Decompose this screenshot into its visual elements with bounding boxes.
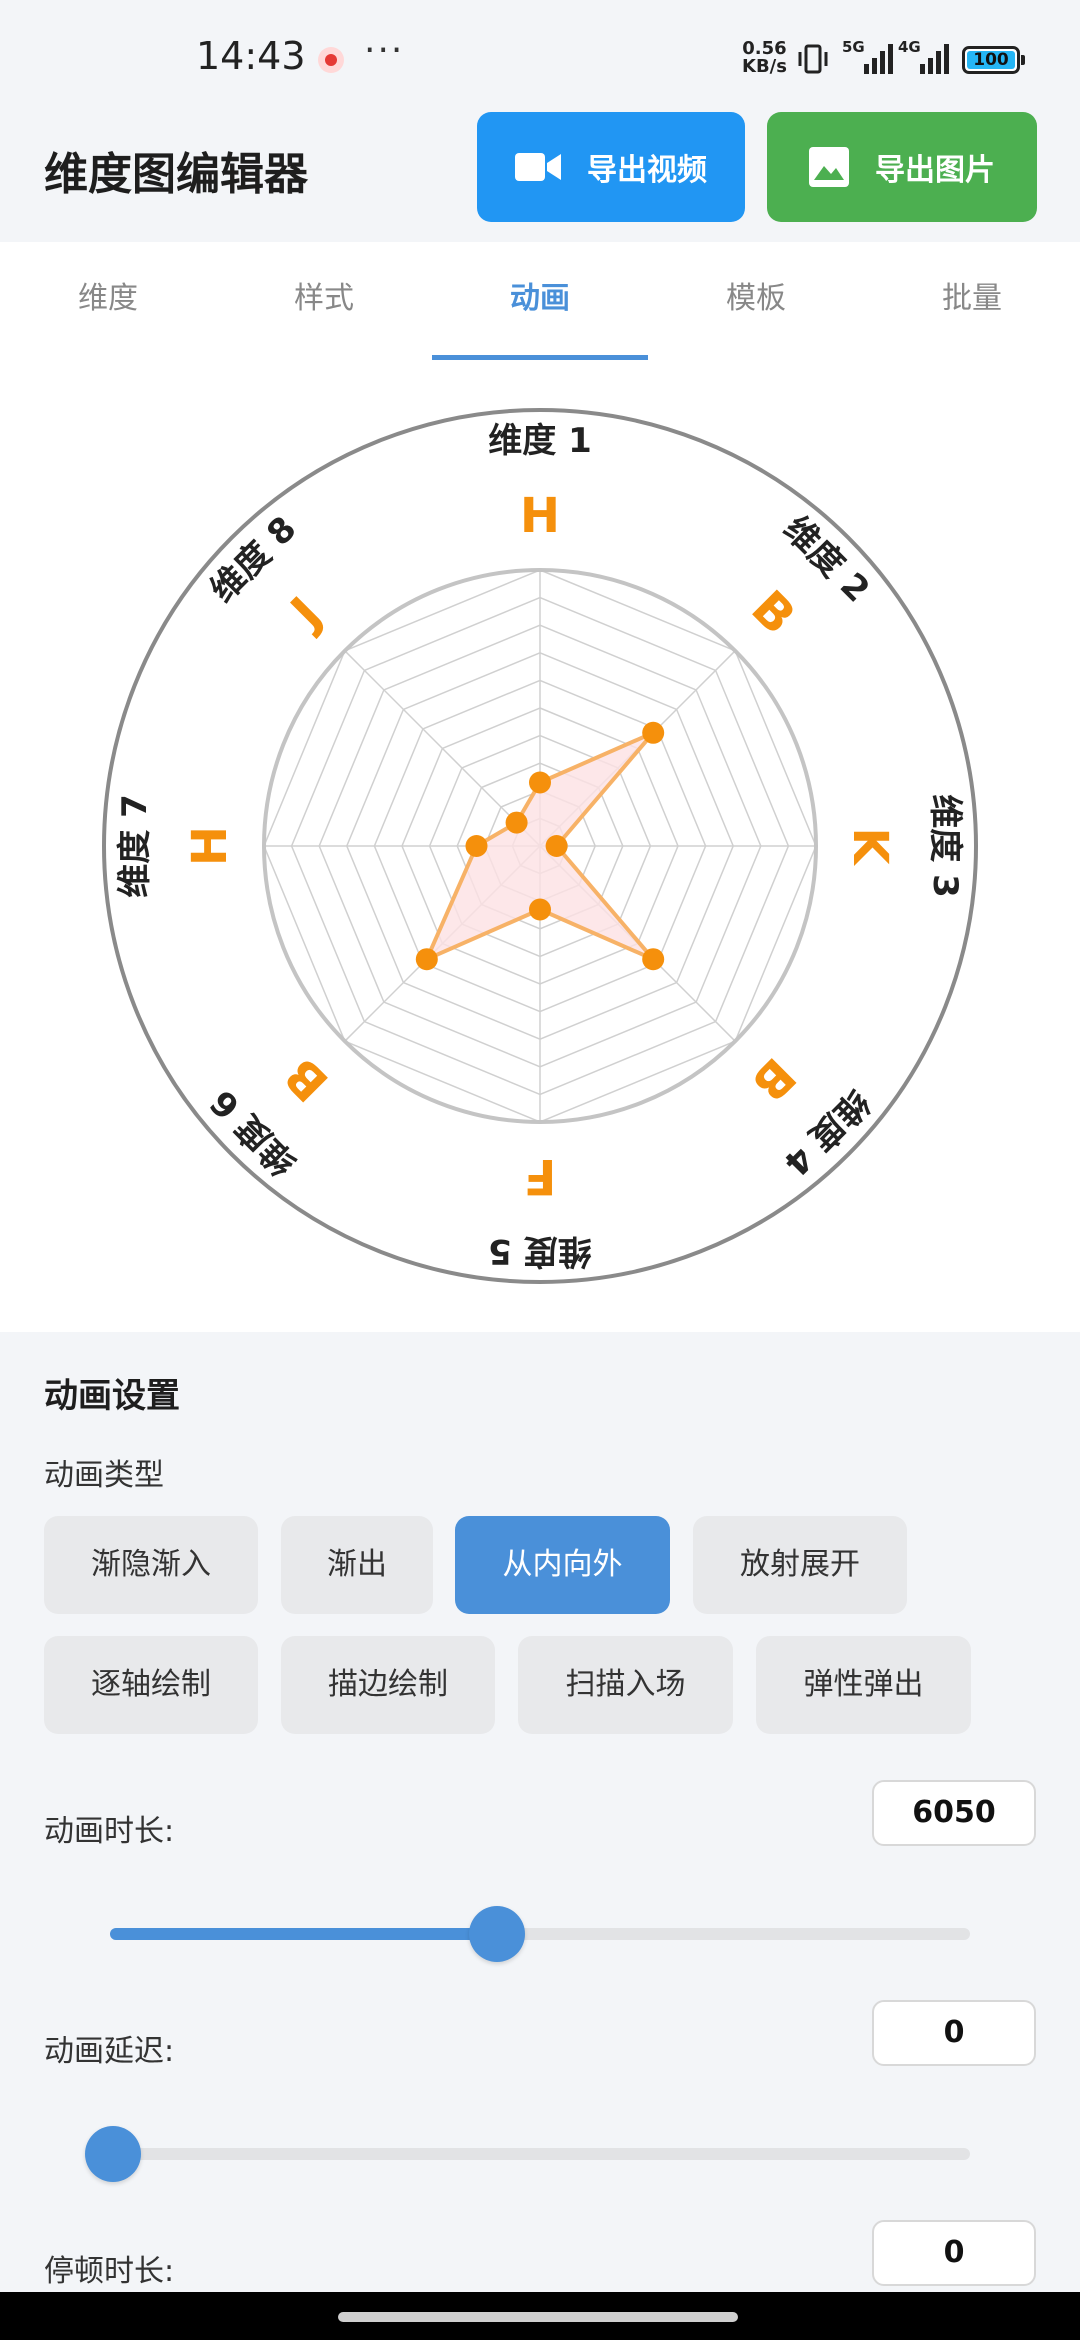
anim-type-fade-out[interactable]: 渐出 (281, 1516, 433, 1614)
grade-label-8: J (278, 587, 332, 641)
axis-label-7: 维度 7 (115, 794, 155, 898)
pause-input[interactable]: 0 (872, 2220, 1036, 2286)
animation-type-label: 动画类型 (44, 1458, 164, 1493)
settings-title: 动画设置 (44, 1376, 180, 1416)
pause-label: 停顿时长: (44, 2254, 175, 2289)
anim-type-inside-out[interactable]: 从内向外 (455, 1516, 670, 1614)
grade-label-6: B (274, 1047, 339, 1112)
tab-style[interactable]: 样式 (216, 242, 432, 360)
image-icon (809, 147, 849, 187)
tab-dimensions[interactable]: 维度 (0, 242, 216, 360)
delay-slider[interactable] (85, 2126, 970, 2182)
battery-icon: 100 (962, 46, 1025, 74)
svg-text:5G: 5G (842, 38, 865, 56)
data-point-6 (415, 948, 438, 971)
data-point-7 (465, 835, 488, 857)
signal-5g-icon: 5G (842, 38, 893, 74)
data-point-3 (545, 835, 568, 857)
signal-4g-icon: 4G (898, 38, 949, 74)
axis-label-5: 维度 5 (488, 1231, 592, 1271)
anim-type-stroke-draw[interactable]: 描边绘制 (281, 1636, 495, 1734)
duration-slider-thumb[interactable] (469, 1906, 525, 1962)
grade-label-5: F (524, 1148, 557, 1204)
status-time: 14:43 (196, 34, 306, 78)
video-camera-icon (515, 153, 561, 181)
vibrate-icon (798, 44, 828, 74)
data-point-1 (529, 771, 551, 794)
duration-input[interactable]: 6050 (872, 1780, 1036, 1846)
home-handle[interactable] (338, 2312, 738, 2322)
tab-batch[interactable]: 批量 (864, 242, 1080, 360)
grade-label-2: B (741, 580, 806, 645)
radar-chart: HBKBFBHJ维度 1维度 2维度 3维度 4维度 5维度 6维度 7维度 8 (102, 408, 978, 1284)
app-bar: 维度图编辑器 导出视频 导出图片 (0, 112, 1080, 242)
export-image-label: 导出图片 (875, 153, 995, 188)
data-point-4 (642, 948, 665, 971)
anim-type-elastic-pop[interactable]: 弹性弹出 (756, 1636, 971, 1734)
grade-label-1: H (520, 488, 560, 544)
delay-slider-thumb[interactable] (85, 2126, 141, 2182)
radar-chart-area: H B K B F B H J 维度 1 维度 2 维度 3 维度 4 维度 5 维度 6 维度 7 维度 8 (0, 360, 1080, 1332)
svg-text:4G: 4G (898, 38, 921, 56)
grade-label-4: B (741, 1047, 806, 1112)
battery-level: 100 (967, 51, 1015, 69)
tab-bar: 维度 样式 动画 模板 批量 (0, 242, 1080, 360)
axis-label-3: 维度 3 (925, 794, 965, 898)
gesture-nav-bar (0, 2292, 1080, 2340)
anim-type-axis-draw[interactable]: 逐轴绘制 (44, 1636, 258, 1734)
animation-settings-panel: 动画设置 动画类型 渐隐渐入 渐出 从内向外 放射展开 逐轴绘制 描边绘制 扫描… (0, 1332, 1080, 2292)
status-bar: 14:43 ··· 0.56 KB/s 5G 4G 100 (0, 0, 1080, 112)
page-title: 维度图编辑器 (44, 149, 308, 200)
export-video-label: 导出视频 (587, 153, 707, 188)
net-speed: 0.56 KB/s (742, 38, 787, 77)
delay-input[interactable]: 0 (872, 2000, 1036, 2066)
anim-type-scan-in[interactable]: 扫描入场 (518, 1636, 733, 1734)
axis-label-1: 维度 1 (488, 421, 592, 461)
tab-template[interactable]: 模板 (648, 242, 864, 360)
more-notifications-icon: ··· (364, 30, 405, 71)
grade-label-7: H (182, 826, 238, 866)
tab-animation[interactable]: 动画 (432, 242, 648, 360)
data-point-2 (642, 721, 665, 744)
anim-type-fade-in-out[interactable]: 渐隐渐入 (44, 1516, 258, 1614)
duration-label: 动画时长: (44, 1814, 175, 1849)
duration-slider-fill (110, 1928, 497, 1940)
delay-label: 动画延迟: (44, 2034, 175, 2069)
duration-slider[interactable] (110, 1906, 970, 1962)
data-point-8 (505, 811, 528, 834)
screen-record-icon (318, 47, 344, 73)
grade-label-3: K (842, 827, 898, 866)
data-point-5 (529, 898, 551, 921)
anim-type-radial-expand[interactable]: 放射展开 (693, 1516, 907, 1614)
export-image-button[interactable]: 导出图片 (767, 112, 1037, 222)
export-video-button[interactable]: 导出视频 (477, 112, 745, 222)
